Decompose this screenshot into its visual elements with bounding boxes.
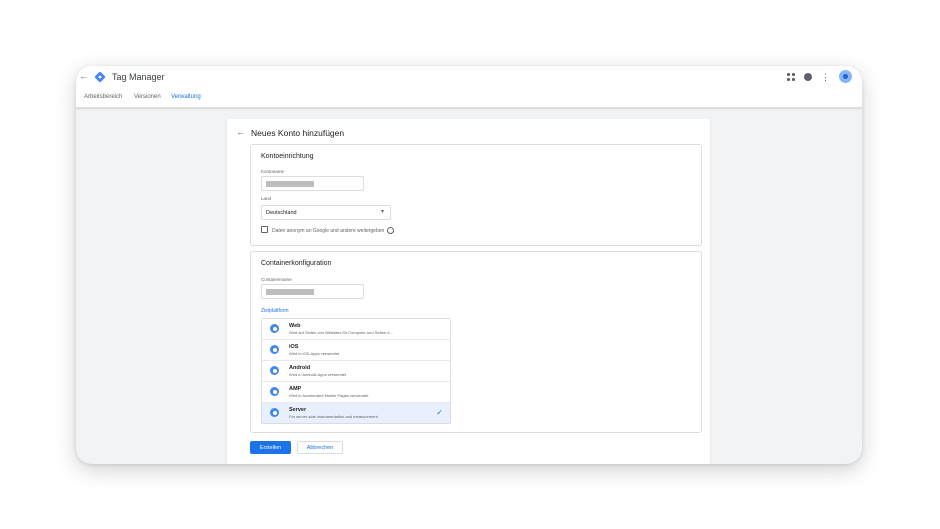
account-setup-title: Kontoeinrichtung xyxy=(261,153,314,160)
app-window: ← Tag Manager ⋮ Arbeitsbereich Versionen… xyxy=(76,66,862,464)
new-account-panel: ← Neues Konto hinzufügen Kontoeinrichtun… xyxy=(227,119,710,464)
country-label: Land xyxy=(261,196,272,201)
check-icon: ✓ xyxy=(436,408,443,417)
platform-option-android[interactable]: Android Wird in Android-Apps verwendet xyxy=(262,361,450,382)
platform-list: Web Wird auf Seiten von Websites für Com… xyxy=(261,318,451,424)
share-data-label: Daten anonym an Google und andere weiter… xyxy=(272,227,385,234)
platform-desc: Wird in iOS-Apps verwendet xyxy=(289,351,340,356)
top-bar: ← Tag Manager ⋮ xyxy=(76,66,862,88)
redacted-value xyxy=(266,181,314,187)
platform-option-server[interactable]: Server For server-side instrumentation a… xyxy=(262,403,450,423)
cancel-button[interactable]: Abbrechen xyxy=(297,441,343,454)
tag-manager-logo-icon xyxy=(94,71,106,83)
country-select[interactable]: Deutschland ▾ xyxy=(261,205,391,220)
ios-icon xyxy=(270,345,279,354)
share-data-label-wrap: Daten anonym an Google und andere weiter… xyxy=(272,226,395,234)
platform-name: Web xyxy=(289,323,301,329)
tab-versionen[interactable]: Versionen xyxy=(134,94,161,100)
server-icon xyxy=(270,408,279,417)
container-setup-card: Containerkonfiguration Containername Zie… xyxy=(250,251,702,433)
platform-desc: Wird auf Seiten von Websites für Compute… xyxy=(289,330,393,335)
share-data-checkbox[interactable] xyxy=(261,226,268,233)
arrow-back-icon[interactable]: ← xyxy=(236,127,245,137)
platform-name: Server xyxy=(289,407,307,413)
create-button[interactable]: Erstellen xyxy=(250,441,291,454)
container-name-label: Containername xyxy=(261,277,292,282)
platform-name: iOS xyxy=(289,344,299,350)
container-name-input[interactable] xyxy=(261,284,364,299)
redacted-value xyxy=(266,289,314,295)
tab-verwaltung[interactable]: Verwaltung xyxy=(171,94,201,100)
account-name-label: Kontoname xyxy=(261,169,285,174)
tab-bar: Arbeitsbereich Versionen Verwaltung xyxy=(76,88,862,108)
platform-option-amp[interactable]: AMP Wird in Accelerated Mobile Pages ver… xyxy=(262,382,450,403)
container-setup-title: Containerkonfiguration xyxy=(261,260,332,267)
account-name-input[interactable] xyxy=(261,176,364,191)
back-arrow-icon[interactable]: ← xyxy=(79,71,88,81)
platform-option-ios[interactable]: iOS Wird in iOS-Apps verwendet xyxy=(262,340,450,361)
tab-arbeitsbereich[interactable]: Arbeitsbereich xyxy=(84,94,122,100)
web-icon xyxy=(270,324,279,333)
country-value: Deutschland xyxy=(266,209,297,216)
platform-option-web[interactable]: Web Wird auf Seiten von Websites für Com… xyxy=(262,319,450,340)
top-icons: ⋮ xyxy=(787,70,852,83)
help-icon[interactable] xyxy=(804,72,812,81)
platform-desc: For server-side instrumentation and meas… xyxy=(289,414,378,419)
chevron-down-icon: ▾ xyxy=(380,209,384,215)
platform-name: AMP xyxy=(289,386,302,392)
platform-name: Android xyxy=(289,365,311,371)
android-icon xyxy=(270,366,279,375)
platform-desc: Wird in Accelerated Mobile Pages verwend… xyxy=(289,393,369,398)
amp-icon xyxy=(270,387,279,396)
app-title: Tag Manager xyxy=(112,72,165,82)
page-title: Neues Konto hinzufügen xyxy=(251,128,345,138)
more-vert-icon[interactable]: ⋮ xyxy=(821,72,830,81)
info-icon[interactable] xyxy=(387,226,395,234)
account-avatar-icon[interactable] xyxy=(839,70,852,83)
account-setup-card: Kontoeinrichtung Kontoname Land Deutschl… xyxy=(250,144,702,246)
target-platform-label: Zielplattform xyxy=(261,308,289,314)
apps-grid-icon[interactable] xyxy=(787,72,795,81)
platform-desc: Wird in Android-Apps verwendet xyxy=(289,372,347,377)
